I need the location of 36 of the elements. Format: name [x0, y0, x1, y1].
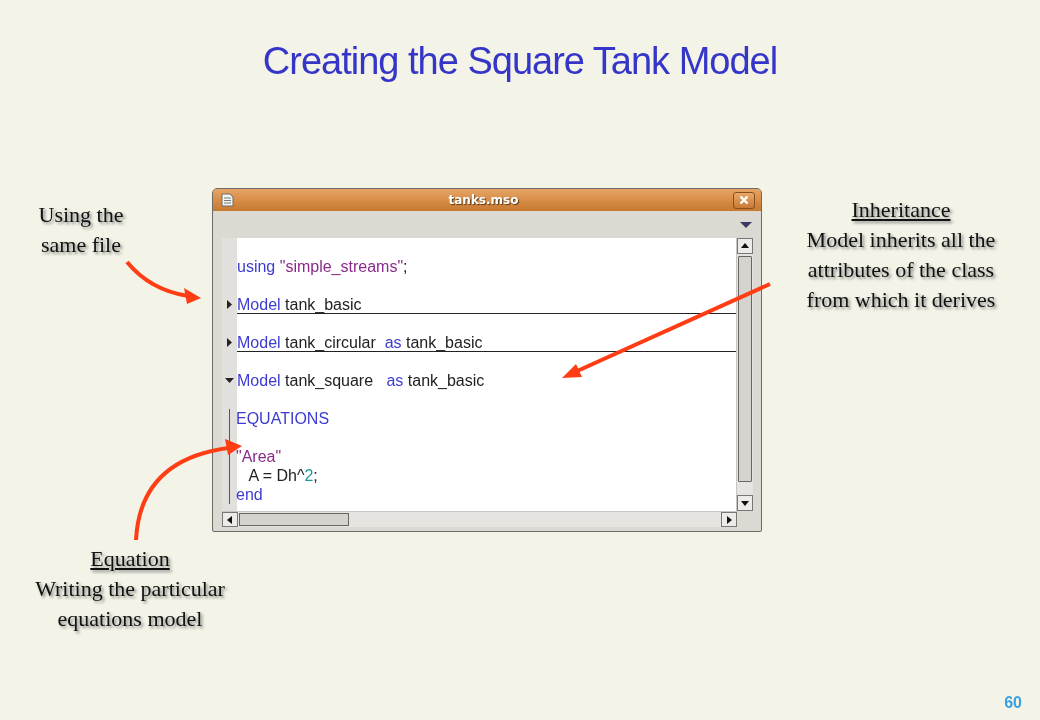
code-line: using "simple_streams"; [237, 257, 409, 276]
document-icon [221, 193, 234, 207]
code-line: end [236, 485, 264, 504]
code-line: A = Dh^2; [247, 466, 319, 485]
down-triangle-icon [741, 499, 749, 507]
dropdown-caret-icon[interactable] [739, 219, 753, 230]
horizontal-scrollbar[interactable] [222, 511, 737, 527]
page-number: 60 [1004, 694, 1022, 712]
up-triangle-icon [741, 242, 749, 250]
slide-title: Creating the Square Tank Model [262, 39, 778, 84]
code-line: Model tank_circular as tank_basic [237, 333, 736, 352]
expand-triangle-icon[interactable] [227, 300, 232, 309]
note-heading: Inheritance [851, 196, 951, 224]
code-line: Model tank_basic [237, 295, 736, 314]
code-line: EQUATIONS [236, 409, 331, 428]
scrollbar-thumb[interactable] [738, 256, 752, 482]
left-triangle-icon [226, 515, 234, 524]
expand-triangle-icon[interactable] [227, 338, 232, 347]
scroll-up-button[interactable] [737, 238, 753, 254]
note-text: Model inherits all the attributes of the class from which it derives [806, 226, 996, 314]
vertical-scrollbar[interactable] [736, 238, 753, 511]
code-line: Model tank_square as tank_basic [237, 371, 486, 390]
right-triangle-icon [725, 515, 733, 524]
scrollbar-thumb[interactable] [239, 513, 349, 526]
scroll-left-button[interactable] [222, 512, 238, 527]
note-text: Using the same file [38, 201, 124, 259]
scroll-right-button[interactable] [721, 512, 737, 527]
scroll-down-button[interactable] [737, 495, 753, 511]
close-button[interactable] [733, 191, 755, 209]
close-icon [739, 195, 749, 205]
code-line: "Area" [236, 447, 283, 466]
window-title: tanks.mso [448, 193, 519, 207]
note-heading: Equation [90, 545, 170, 573]
note-text: Writing the particular equations model [35, 575, 225, 633]
code-editor[interactable]: using "simple_streams"; Model tank_basic Model tank_circular as tank_basic Model tank_square as tank_basic EQUATIONS "Area" A = Dh^2; end [222, 238, 736, 511]
collapse-triangle-icon[interactable] [225, 378, 234, 383]
